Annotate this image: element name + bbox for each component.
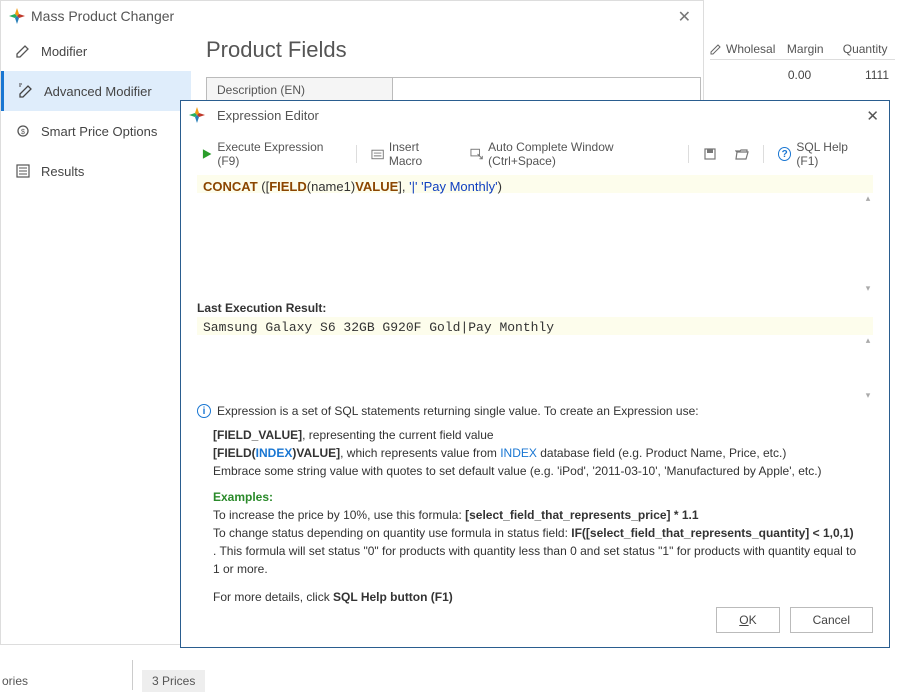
bottom-tab[interactable]: 3 Prices [142, 670, 205, 692]
right-header: Wholesal Margin Quantity [710, 38, 895, 60]
sidebar-label: Modifier [41, 44, 87, 59]
save-button[interactable] [699, 145, 721, 163]
col-margin[interactable]: Margin [775, 42, 835, 56]
separator [356, 145, 357, 163]
content-area: Product Fields Description (EN) [206, 37, 693, 105]
cell-wholesale [710, 68, 770, 82]
list-icon [15, 163, 31, 179]
close-icon[interactable]: ✕ [866, 107, 879, 125]
result-text: Samsung Galaxy S6 32GB G920F Gold|Pay Mo… [197, 317, 873, 335]
expression-editor-dialog: Expression Editor ✕ Execute Expression (… [180, 100, 890, 648]
last-result-label: Last Execution Result: [197, 301, 873, 315]
sidebar: Modifier Advanced Modifier $ Smart Price… [1, 31, 191, 191]
scrollbar[interactable]: ▴ ▾ [863, 193, 873, 293]
right-row: 0.00 1111 [710, 68, 895, 82]
edit-icon [15, 43, 31, 59]
info-icon: i [197, 404, 211, 418]
sidebar-label: Results [41, 164, 84, 179]
sidebar-modifier[interactable]: Modifier [1, 31, 191, 71]
scrollbar[interactable]: ▴ ▾ [863, 335, 873, 400]
expr-toolbar: Execute Expression (F9) Insert Macro Aut… [181, 137, 889, 171]
right-panel: Wholesal Margin Quantity 0.00 1111 [710, 38, 895, 82]
sidebar-label: Smart Price Options [41, 124, 157, 139]
window-title: Mass Product Changer [31, 8, 174, 24]
execute-button[interactable]: Execute Expression (F9) [197, 138, 346, 170]
expression-code[interactable]: CONCAT ([FIELD(name1)VALUE], '|' 'Pay Mo… [197, 175, 873, 193]
open-button[interactable] [731, 145, 753, 163]
save-icon [703, 147, 717, 161]
folder-open-icon [735, 147, 749, 161]
play-icon [201, 148, 212, 160]
separator [688, 145, 689, 163]
help-block: [FIELD_VALUE], representing the current … [213, 426, 857, 606]
btn-label: Auto Complete Window (Ctrl+Space) [488, 140, 674, 168]
autocomplete-icon [470, 147, 483, 161]
svg-text:$: $ [21, 129, 25, 136]
scroll-down-icon[interactable]: ▾ [863, 390, 873, 400]
titlebar: Mass Product Changer ✕ [1, 1, 703, 31]
scroll-down-icon[interactable]: ▾ [863, 283, 873, 293]
col-quantity[interactable]: Quantity [835, 42, 895, 56]
page-title: Product Fields [206, 37, 693, 63]
code-pad: ▴ ▾ [197, 193, 873, 293]
app-logo-icon [9, 8, 25, 24]
cancel-button[interactable]: Cancel [790, 607, 873, 633]
cell-quantity: 1111 [829, 68, 895, 82]
info-row: i Expression is a set of SQL statements … [197, 404, 873, 418]
info-text: Expression is a set of SQL statements re… [217, 404, 699, 418]
bottom-left-fragment: ories [2, 674, 28, 688]
col-wholesale[interactable]: Wholesal [710, 42, 775, 56]
ok-button[interactable]: OK [716, 607, 779, 633]
scroll-up-icon[interactable]: ▴ [863, 335, 873, 345]
sql-help-button[interactable]: ? SQL Help (F1) [774, 138, 873, 170]
sidebar-advanced-modifier[interactable]: Advanced Modifier [1, 71, 191, 111]
gear-dollar-icon: $ [15, 123, 31, 139]
btn-label: SQL Help (F1) [796, 140, 869, 168]
edit-advanced-icon [18, 83, 34, 99]
sidebar-results[interactable]: Results [1, 151, 191, 191]
dialog-buttons: OK Cancel [716, 607, 873, 633]
col-label: Wholesal [726, 42, 775, 56]
expr-title: Expression Editor [217, 108, 319, 123]
pencil-icon [710, 43, 722, 55]
help-icon: ? [778, 147, 791, 161]
sidebar-smart-price[interactable]: $ Smart Price Options [1, 111, 191, 151]
divider [132, 660, 133, 690]
scroll-up-icon[interactable]: ▴ [863, 193, 873, 203]
app-logo-icon [189, 107, 205, 123]
result-pad: ▴ ▾ [197, 335, 873, 400]
btn-label: Execute Expression (F9) [217, 140, 341, 168]
btn-label: Insert Macro [389, 140, 452, 168]
separator [763, 145, 764, 163]
insert-macro-button[interactable]: Insert Macro [367, 138, 456, 170]
close-icon[interactable]: ✕ [678, 7, 691, 27]
autocomplete-button[interactable]: Auto Complete Window (Ctrl+Space) [466, 138, 678, 170]
macro-icon [371, 147, 384, 161]
cell-margin: 0.00 [770, 68, 830, 82]
sidebar-label: Advanced Modifier [44, 84, 152, 99]
expr-titlebar: Expression Editor ✕ [181, 101, 889, 129]
